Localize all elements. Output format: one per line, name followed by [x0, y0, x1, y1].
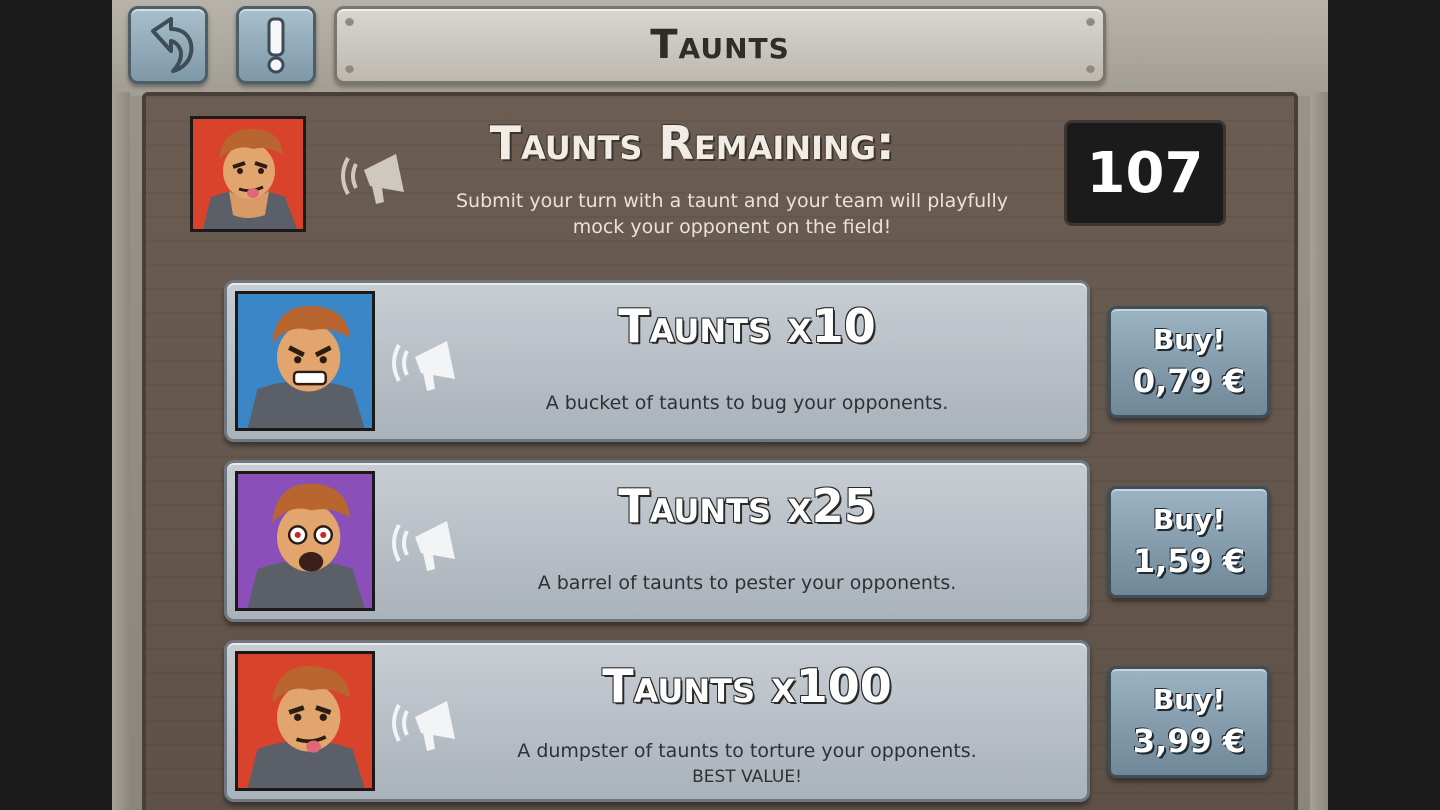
offer-description: A barrel of taunts to pester your oppone…	[537, 572, 957, 594]
offer-portrait	[235, 291, 375, 431]
buy-label: Buy!	[1152, 323, 1226, 356]
right-rail	[1310, 92, 1328, 810]
best-value-label: BEST VALUE!	[692, 767, 802, 787]
offer-title: Taunts x100	[602, 659, 892, 713]
rivet-icon	[1086, 64, 1095, 73]
rivet-icon	[345, 64, 354, 73]
exclamation-icon	[267, 17, 285, 74]
buy-label: Buy!	[1152, 503, 1226, 536]
avatar	[238, 654, 372, 788]
rivet-icon	[1086, 17, 1095, 26]
offer-description: A bucket of taunts to bug your opponents…	[545, 392, 949, 414]
rivet-icon	[345, 17, 354, 26]
taunt-count: 107	[1064, 120, 1226, 226]
offer-description: A dumpster of taunts to torture your opp…	[517, 740, 977, 762]
avatar	[238, 474, 372, 608]
offer-title: Taunts x25	[618, 479, 876, 533]
back-arrow-icon	[151, 17, 194, 73]
offer-title: Taunts x10	[618, 299, 876, 353]
avatar	[193, 119, 303, 229]
megaphone-icon	[341, 154, 404, 204]
offer-portrait	[235, 651, 375, 791]
game-screen: Taunts Taunts Remaining: Submit your tur…	[112, 0, 1328, 810]
offer-row: Taunts x10 A bucket of taunts to bug you…	[224, 280, 1090, 442]
summary-portrait	[190, 116, 306, 232]
left-rail	[112, 92, 130, 810]
offer-portrait	[235, 471, 375, 611]
info-button[interactable]	[236, 6, 316, 84]
back-button[interactable]	[128, 6, 208, 84]
buy-button-x25[interactable]: Buy! 1,59 €	[1108, 486, 1270, 598]
buy-label: Buy!	[1152, 683, 1226, 716]
remaining-title: Taunts Remaining:	[489, 116, 895, 170]
remaining-description-line1: Submit your turn with a taunt and your t…	[455, 190, 1008, 212]
price-label: 3,99 €	[1132, 722, 1246, 760]
title-plate: Taunts	[334, 6, 1106, 84]
buy-button-x10[interactable]: Buy! 0,79 €	[1108, 306, 1270, 418]
offer-row: Taunts x100 A dumpster of taunts to tort…	[224, 640, 1090, 802]
remaining-description: Submit your turn with a taunt and your t…	[422, 188, 1042, 240]
page-title: Taunts	[650, 22, 790, 68]
price-label: 1,59 €	[1132, 542, 1246, 580]
offer-row: Taunts x25 A barrel of taunts to pester …	[224, 460, 1090, 622]
remaining-description-line2: mock your opponent on the field!	[572, 216, 892, 238]
buy-button-x100[interactable]: Buy! 3,99 €	[1108, 666, 1270, 778]
price-label: 0,79 €	[1132, 362, 1246, 400]
avatar	[238, 294, 372, 428]
